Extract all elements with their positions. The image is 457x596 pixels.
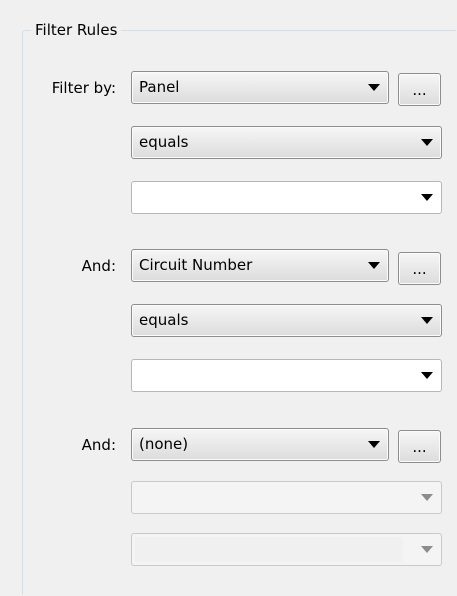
rule-1-field-value: Panel xyxy=(139,78,180,96)
rule-3-operator-select[interactable] xyxy=(131,481,442,514)
rule-1-value-combo[interactable] xyxy=(131,181,442,214)
chevron-down-icon xyxy=(421,494,433,501)
chevron-down-icon xyxy=(421,372,433,379)
chevron-down-icon xyxy=(368,262,380,269)
rule-1-field-select[interactable]: Panel xyxy=(131,71,389,104)
rule-1-label: Filter by: xyxy=(51,79,116,97)
rule-3-field-value: (none) xyxy=(139,435,189,453)
rule-2-operator-value: equals xyxy=(139,311,189,329)
chevron-down-icon xyxy=(421,139,433,146)
rule-1-operator-select[interactable]: equals xyxy=(131,126,442,159)
rule-3-value-combo[interactable] xyxy=(131,533,442,566)
rule-3-label: And: xyxy=(81,436,116,454)
chevron-down-icon xyxy=(421,546,433,553)
rule-2-field-select[interactable]: Circuit Number xyxy=(131,249,389,282)
rule-2-operator-select[interactable]: equals xyxy=(131,304,442,337)
chevron-down-icon xyxy=(421,194,433,201)
filter-rules-title: Filter Rules xyxy=(31,19,122,41)
rule-1-browse-button[interactable]: ... xyxy=(398,73,441,106)
rule-3-value-text xyxy=(135,537,403,562)
chevron-down-icon xyxy=(368,84,380,91)
rule-2-browse-button[interactable]: ... xyxy=(398,252,441,285)
rule-1-operator-value: equals xyxy=(139,133,189,151)
rule-2-label: And: xyxy=(81,257,116,275)
chevron-down-icon xyxy=(421,317,433,324)
rule-3-field-select[interactable]: (none) xyxy=(131,428,389,461)
rule-3-browse-button[interactable]: ... xyxy=(398,430,441,463)
rule-2-field-value: Circuit Number xyxy=(139,256,253,274)
rule-2-value-combo[interactable] xyxy=(131,359,442,392)
chevron-down-icon xyxy=(368,441,380,448)
